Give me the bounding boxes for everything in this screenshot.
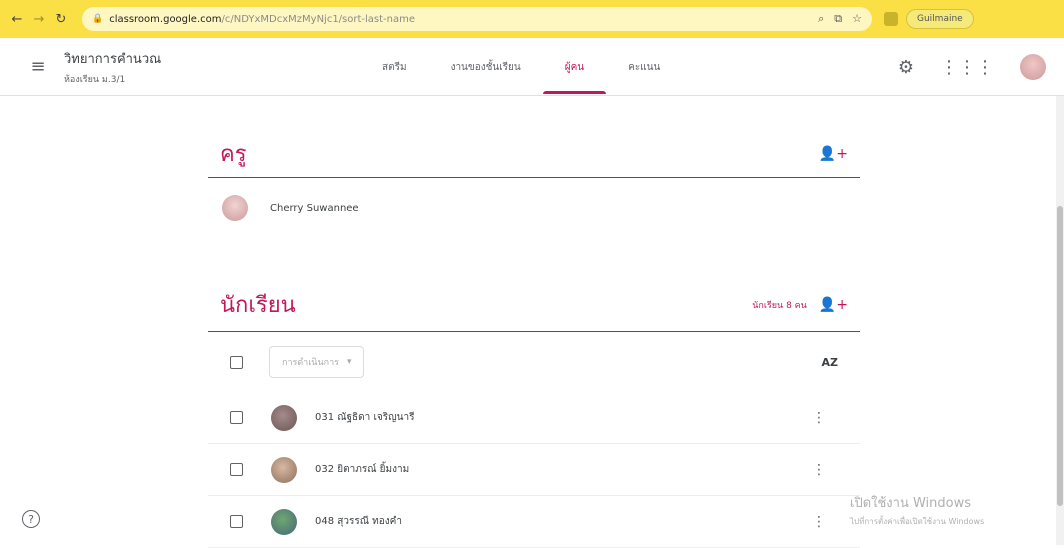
dropdown-arrow-icon: ▾ — [346, 357, 352, 367]
watermark-line-1: เปิดใช้งาน Windows — [850, 496, 972, 511]
teacher-name: Cherry Suwannee — [270, 202, 359, 214]
hamburger-menu-icon[interactable]: ≡ — [18, 56, 58, 77]
account-avatar[interactable] — [1020, 54, 1046, 80]
tab-classwork[interactable]: งานของชั้นเรียน — [429, 38, 543, 96]
more-vert-icon[interactable]: ⋮ — [812, 514, 826, 530]
reload-icon[interactable]: ↻ — [52, 10, 70, 28]
select-all-checkbox[interactable] — [230, 355, 243, 369]
student-checkbox[interactable] — [230, 463, 243, 476]
students-title: นักเรียน — [220, 293, 296, 318]
back-icon[interactable]: ← — [8, 10, 26, 28]
teachers-header: ครู 👤+ — [208, 130, 860, 178]
extension-icon[interactable] — [884, 12, 898, 26]
actions-dropdown[interactable]: การดำเนินการ ▾ — [269, 346, 365, 378]
student-avatar — [271, 456, 297, 483]
url-host: classroom.google.com — [109, 13, 222, 25]
student-count: นักเรียน 8 คน — [752, 300, 807, 311]
student-avatar — [271, 508, 297, 535]
scrollbar-thumb[interactable] — [1057, 206, 1063, 506]
url-path: /c/NDYxMDcxMzMyNjc1/sort-last-name — [221, 13, 416, 25]
class-title-block[interactable]: วิทยาการคำนวณ ห้องเรียน ม.3/1 — [64, 48, 161, 86]
teachers-title: ครู — [220, 142, 247, 167]
student-checkbox[interactable] — [230, 411, 243, 424]
student-row: 048 สุวรรณี ทองคำ ⋮ — [208, 496, 860, 548]
student-row: 032 ยิตาภรณ์ ยิ้มงาม ⋮ — [208, 444, 860, 496]
actions-label: การดำเนินการ — [282, 358, 339, 368]
classroom-header: ≡ วิทยาการคำนวณ ห้องเรียน ม.3/1 สตรีม งา… — [0, 38, 1064, 96]
zoom-icon[interactable]: ⌕ — [818, 12, 824, 26]
student-checkbox[interactable] — [230, 515, 243, 528]
tab-bar: สตรีม งานของชั้นเรียน ผู้คน คะแนน — [360, 38, 682, 96]
bookmark-star-icon[interactable]: ☆ — [852, 12, 862, 26]
student-name: 048 สุวรรณี ทองคำ — [315, 516, 402, 527]
students-header: นักเรียน นักเรียน 8 คน 👤+ — [208, 278, 860, 332]
teacher-row: Cherry Suwannee — [208, 178, 860, 238]
teachers-section: ครู 👤+ Cherry Suwannee — [208, 130, 860, 238]
browser-toolbar: ← → ↻ 🔒 classroom.google.com /c/NDYxMDcx… — [0, 0, 1064, 38]
apps-grid-icon[interactable]: ⋮⋮⋮ — [940, 57, 994, 78]
tab-grades[interactable]: คะแนน — [606, 38, 682, 96]
class-name: วิทยาการคำนวณ — [64, 51, 162, 67]
student-actions-row: การดำเนินการ ▾ AZ — [208, 332, 860, 392]
tab-stream[interactable]: สตรีม — [360, 38, 429, 96]
forward-icon[interactable]: → — [30, 10, 48, 28]
student-name: 031 ณัฐธิดา เจริญนารี — [315, 412, 415, 423]
windows-activation-watermark: เปิดใช้งาน Windows ไปที่การตั้งค่าเพื่อเ… — [850, 492, 984, 528]
invite-teacher-icon[interactable]: 👤+ — [819, 146, 848, 162]
profile-button[interactable]: Guilmaine — [906, 9, 974, 29]
class-section: ห้องเรียน ม.3/1 — [64, 74, 126, 85]
tab-people[interactable]: ผู้คน — [542, 38, 607, 96]
invite-student-icon[interactable]: 👤+ — [819, 297, 848, 313]
student-name: 032 ยิตาภรณ์ ยิ้มงาม — [315, 464, 410, 475]
sort-az-icon[interactable]: AZ — [822, 356, 839, 369]
students-section: นักเรียน นักเรียน 8 คน 👤+ การดำเนินการ ▾… — [208, 278, 860, 548]
address-bar[interactable]: 🔒 classroom.google.com /c/NDYxMDcxMzMyNj… — [82, 7, 872, 31]
student-row: 031 ณัฐธิดา เจริญนารี ⋮ — [208, 392, 860, 444]
people-page: ครู 👤+ Cherry Suwannee นักเรียน นักเรียน… — [208, 130, 860, 548]
more-vert-icon[interactable]: ⋮ — [812, 410, 826, 426]
student-avatar — [271, 404, 297, 431]
watermark-line-2: ไปที่การตั้งค่าเพื่อเปิดใช้งาน Windows — [850, 517, 985, 526]
page-scrollbar[interactable] — [1056, 96, 1064, 545]
teacher-avatar — [222, 195, 248, 221]
more-vert-icon[interactable]: ⋮ — [812, 462, 826, 478]
share-icon[interactable]: ⧉ — [834, 12, 842, 26]
settings-gear-icon[interactable]: ⚙ — [898, 57, 914, 78]
lock-icon: 🔒 — [92, 14, 104, 24]
help-icon[interactable]: ? — [22, 510, 40, 528]
